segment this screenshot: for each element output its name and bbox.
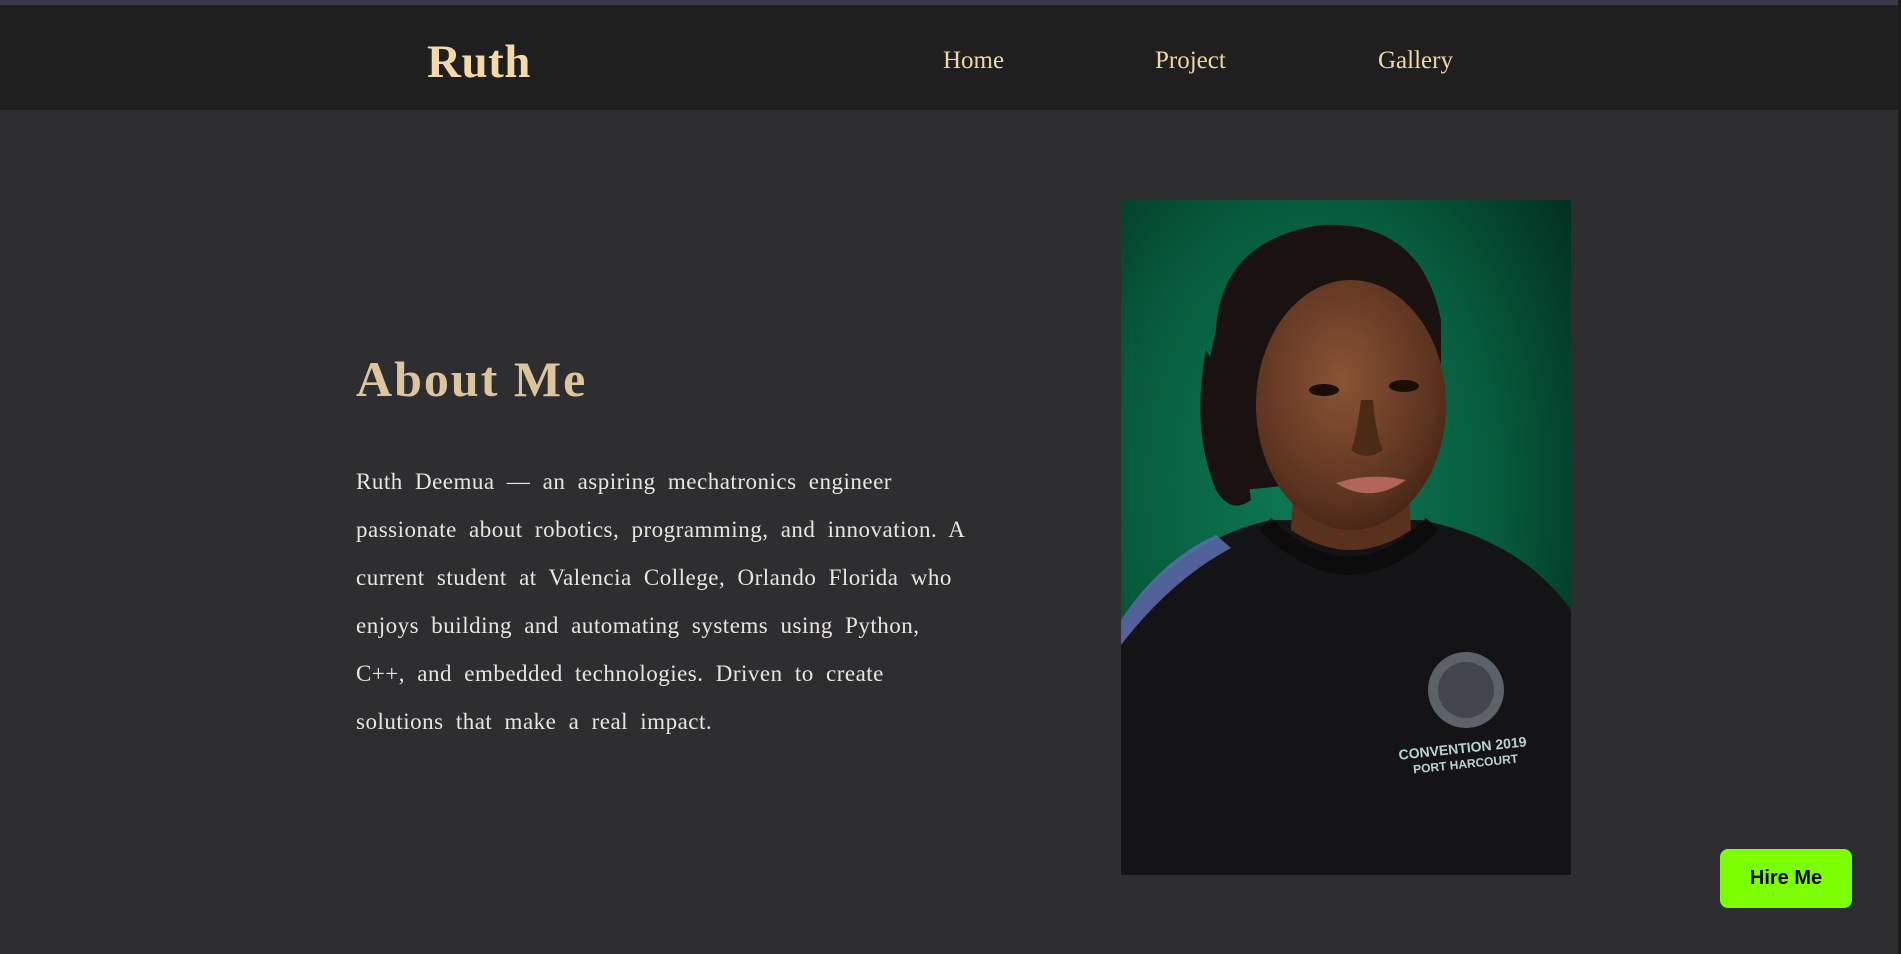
profile-photo: CONVENTION 2019 PORT HARCOURT <box>1121 200 1571 875</box>
hire-me-button[interactable]: Hire Me <box>1720 849 1852 908</box>
nav-link-project[interactable]: Project <box>1155 47 1226 75</box>
about-line: enjoys building and automating systems u… <box>356 613 920 638</box>
about-line: passionate about robotics, programming, … <box>356 517 966 542</box>
about-line: solutions that make a real impact. <box>356 709 713 734</box>
about-line: C++, and embedded technologies. Driven t… <box>356 661 884 686</box>
about-line: Ruth Deemua — an aspiring mechatronics e… <box>356 469 892 494</box>
nav-link-gallery[interactable]: Gallery <box>1378 47 1453 75</box>
about-paragraph: Ruth Deemua — an aspiring mechatronics e… <box>356 458 1071 746</box>
about-heading: About Me <box>356 351 588 407</box>
brand-logo[interactable]: Ruth <box>427 35 531 89</box>
about-line: current student at Valencia College, Orl… <box>356 565 952 590</box>
navbar: Ruth Home Project Gallery <box>0 5 1898 110</box>
nav-link-home[interactable]: Home <box>943 47 1004 75</box>
